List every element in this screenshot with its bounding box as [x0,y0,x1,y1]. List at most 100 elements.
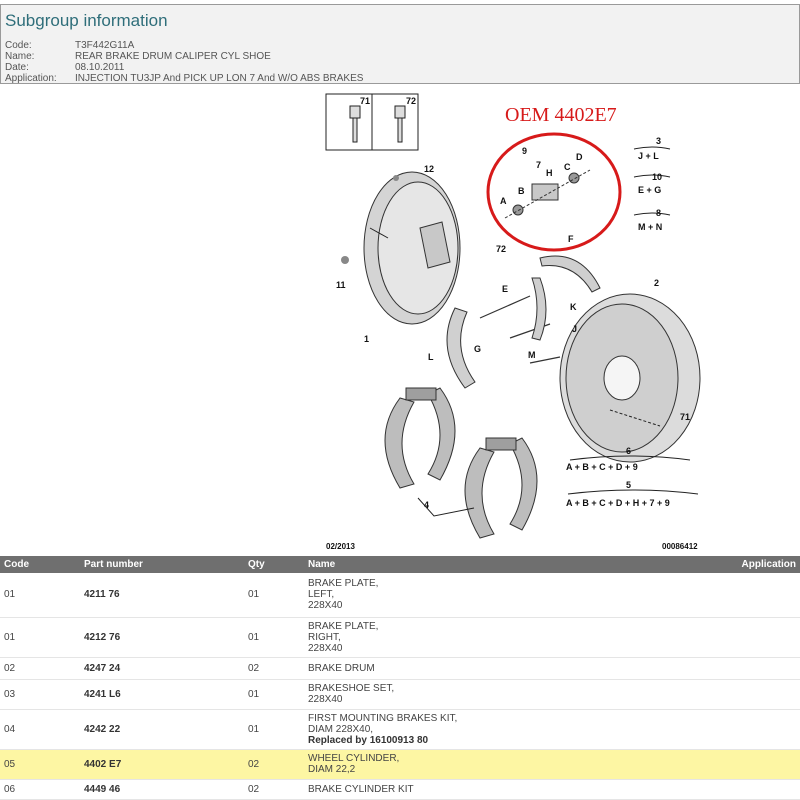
callout-L: L [428,352,434,362]
col-name[interactable]: Name [304,556,684,573]
row-part-number[interactable]: 4402 E7 [80,749,244,780]
row-name: BRAKESHOE SET, 228X40 [304,679,684,710]
formula-6-num: 6 [626,446,632,456]
replacement-note[interactable]: Replaced by 16100913 80 [308,735,680,746]
table-row[interactable]: 06 4449 46 02 BRAKE CYLINDER KIT [0,779,800,800]
callout-71: 71 [360,96,371,106]
row-part-number[interactable]: 4242 22 [80,709,244,750]
brake-drum [559,293,701,463]
row-code: 03 [0,679,80,710]
col-qty[interactable]: Qty [244,556,304,573]
row-qty: 02 [244,779,304,800]
row-name-line: 228X40 [308,600,343,612]
application-value: INJECTION TU3JP And PICK UP LON 7 And W/… [75,73,364,84]
formula-8-num: 8 [656,208,662,218]
diagram-ref-number: 00086412 [662,542,698,551]
exploded-brake-diagram: OEM 4402E7 71 72 12 11 1 9 7 B H C D A 7… [300,88,730,556]
callout-J: J [572,324,578,334]
table-row[interactable]: 01 4211 76 01 BRAKE PLATE, LEFT, 228X40 [0,573,800,618]
code-key: Code: [5,40,32,51]
table-row[interactable]: 03 4241 L6 01 BRAKESHOE SET, 228X40 [0,679,800,710]
col-application[interactable]: Application [684,556,800,573]
row-application [684,779,800,800]
row-code: 02 [0,657,80,680]
row-part-number[interactable]: 4247 24 [80,657,244,680]
formula-10-num: 10 [652,172,663,182]
row-name-line: LEFT, [308,589,335,601]
oem-annotation: OEM 4402E7 [505,104,617,126]
callout-71-lower: 71 [680,412,691,422]
row-name-line: 228X40 [308,642,343,654]
callout-11: 11 [336,280,346,290]
backing-plate [363,171,461,325]
callout-4: 4 [424,500,430,510]
date-key: Date: [5,62,29,73]
row-qty: 02 [244,749,304,780]
formula-3-num: 3 [656,136,662,146]
row-application [684,749,800,780]
row-application [684,617,800,658]
row-name: WHEEL CYLINDER, DIAM 22,2 [304,749,684,780]
date-value: 08.10.2011 [75,62,125,73]
callout-1: 1 [364,334,370,344]
assembled-shoe-set-left [384,387,456,489]
name-value: REAR BRAKE DRUM CALIPER CYL SHOE [75,51,271,62]
formula-10-expr: E + G [638,185,662,195]
row-part-number[interactable]: 4241 L6 [80,679,244,710]
table-row-highlighted[interactable]: 05 4402 E7 02 WHEEL CYLINDER, DIAM 22,2 [0,749,800,780]
code-value: T3F442G11A [75,40,135,51]
table-row[interactable]: 01 4212 76 01 BRAKE PLATE, RIGHT, 228X40 [0,617,800,658]
row-code: 05 [0,749,80,780]
row-name: BRAKE DRUM [304,657,684,680]
callout-72-lower: 72 [496,244,507,254]
formula-8-expr: M + N [638,222,663,232]
row-name: BRAKE PLATE, LEFT, 228X40 [304,573,684,618]
callout-K: K [570,302,577,312]
row-part-number[interactable]: 4449 46 [80,779,244,800]
row-name-line: 228X40 [308,694,343,705]
bolt-box-71-72 [325,93,419,151]
callout-D: D [576,152,583,162]
row-name: FIRST MOUNTING BRAKES KIT, DIAM 228X40, … [304,709,684,750]
row-qty: 01 [244,573,304,618]
formula-5-expr: A + B + C + D + H + 7 + 9 [566,498,670,508]
callout-2: 2 [654,278,660,288]
row-name-line: BRAKE DRUM [308,662,375,674]
callout-C: C [564,162,571,172]
row-application [684,573,800,618]
callout-M: M [528,350,536,360]
row-name-line: BRAKE PLATE, [308,620,379,632]
col-code[interactable]: Code [0,556,80,573]
callout-B: B [518,186,525,196]
callout-12: 12 [424,164,435,174]
table-row[interactable]: 02 4247 24 02 BRAKE DRUM [0,657,800,680]
row-name: BRAKE CYLINDER KIT [304,779,684,800]
row-part-number[interactable]: 4212 76 [80,617,244,658]
row-part-number[interactable]: 4211 76 [80,573,244,618]
callout-F: F [568,234,574,244]
callout-7: 7 [536,160,542,170]
assembled-shoe-set-right [464,437,538,539]
row-name-line: DIAM 22,2 [308,764,356,775]
formula-6-expr: A + B + C + D + 9 [566,462,638,472]
table-row[interactable]: 04 4242 22 01 FIRST MOUNTING BRAKES KIT,… [0,709,800,750]
row-name-line: RIGHT, [308,631,341,643]
callout-E: E [502,284,509,294]
callout-9: 9 [522,146,528,156]
formula-5-num: 5 [626,480,632,490]
row-qty: 02 [244,657,304,680]
row-code: 06 [0,779,80,800]
row-name-line: BRAKE CYLINDER KIT [308,783,414,795]
parts-table: Code Part number Qty Name Application 01… [0,556,800,800]
callout-A: A [500,196,507,206]
col-part-number[interactable]: Part number [80,556,244,573]
row-code: 01 [0,617,80,658]
table-header-row: Code Part number Qty Name Application [0,556,800,573]
row-qty: 01 [244,679,304,710]
callout-H: H [546,168,553,178]
row-application [684,679,800,710]
row-qty: 01 [244,617,304,658]
name-key: Name: [5,51,35,62]
row-name: BRAKE PLATE, RIGHT, 228X40 [304,617,684,658]
row-application [684,709,800,750]
